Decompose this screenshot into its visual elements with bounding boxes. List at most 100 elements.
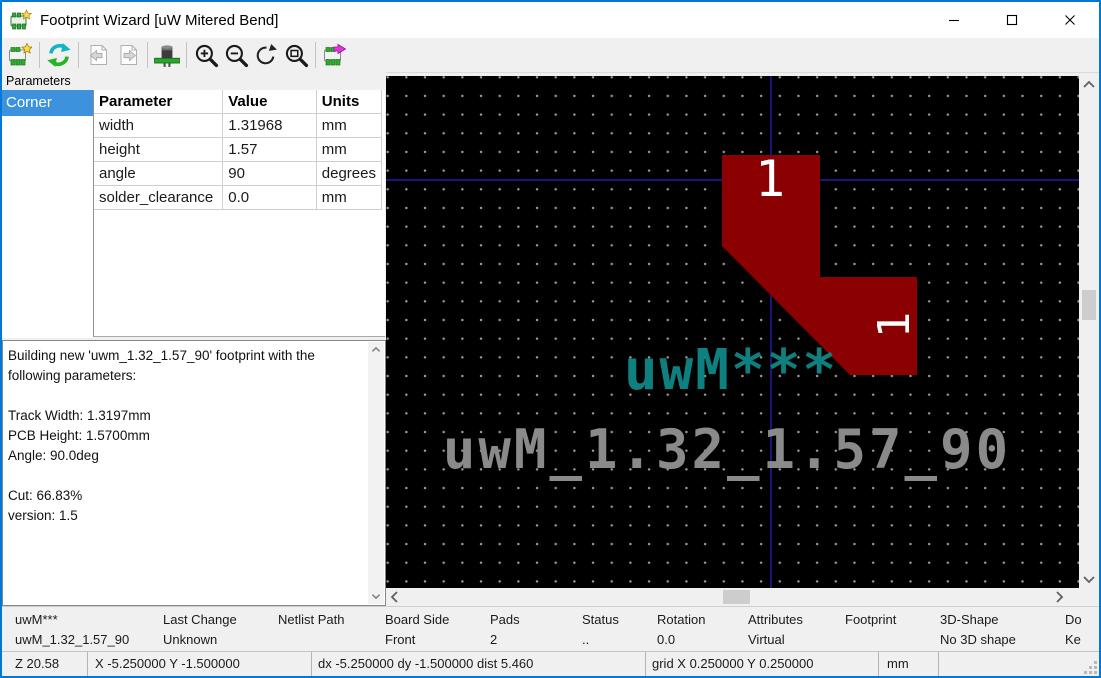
parameter-table: ParameterValueUnits width1.31968mmheight… <box>94 90 382 210</box>
scroll-up-icon[interactable] <box>1079 76 1099 93</box>
message-line: Angle: 90.0deg <box>8 446 365 466</box>
maximize-icon <box>1006 14 1018 26</box>
parameters-caption: Parameters <box>2 72 386 90</box>
param-value-cell[interactable]: 1.31968 <box>223 114 317 138</box>
info-field: Netlist Path <box>278 607 385 652</box>
canvas-horizontal-scrollbar[interactable] <box>386 588 1080 606</box>
page-forward-icon <box>116 43 140 67</box>
close-icon <box>1064 14 1076 26</box>
param-value-cell[interactable]: 90 <box>223 162 317 186</box>
param-column-header: Units <box>316 90 381 114</box>
info-field: DoKe <box>1065 607 1099 652</box>
param-column-header: Value <box>223 90 317 114</box>
horizontal-scroll-thumb[interactable] <box>723 590 750 604</box>
redraw-icon <box>254 43 279 68</box>
info-field: Footprint <box>845 607 940 652</box>
param-value-cell[interactable]: 0.0 <box>223 186 317 210</box>
footprint-canvas[interactable]: 1 1 uwM*** uwM_1.32_1.57_90 <box>386 76 1079 588</box>
page-back-icon <box>86 43 110 67</box>
minimize-button[interactable] <box>925 2 983 38</box>
message-line: Building new 'uwm_1.32_1.57_90' footprin… <box>8 346 365 366</box>
previous-page-button[interactable] <box>83 40 113 70</box>
zoom-out-icon <box>224 43 249 68</box>
close-button[interactable] <box>1041 2 1099 38</box>
param-row: angle90degrees <box>94 162 382 186</box>
footprint-drawing: 1 1 uwM*** uwM_1.32_1.57_90 <box>386 76 1079 588</box>
param-cell: mm <box>316 138 381 162</box>
param-row: height1.57mm <box>94 138 382 162</box>
redraw-view-button[interactable] <box>251 40 281 70</box>
toolbar-separator <box>315 42 316 68</box>
pad-settings-button[interactable] <box>152 40 182 70</box>
reload-icon <box>46 42 72 68</box>
build-message: Building new 'uwm_1.32_1.57_90' footprin… <box>8 346 365 526</box>
message-line: Track Width: 1.3197mm <box>8 406 365 426</box>
resize-grip[interactable] <box>1085 662 1097 674</box>
wizard-page-item[interactable]: Corner <box>2 90 93 116</box>
window-title: Footprint Wizard [uW Mitered Bend] <box>40 12 278 29</box>
scroll-down-icon[interactable] <box>1079 571 1099 588</box>
scroll-up-icon[interactable] <box>368 342 384 358</box>
param-cell: width <box>94 114 223 138</box>
canvas-vertical-scrollbar[interactable] <box>1079 76 1099 588</box>
coordinate-cell: mm <box>879 652 939 677</box>
toolbar-separator <box>39 42 40 68</box>
maximize-button[interactable] <box>983 2 1041 38</box>
pad1-number: 1 <box>755 150 785 208</box>
minimize-icon <box>948 14 960 26</box>
message-line: Cut: 66.83% <box>8 486 365 506</box>
toolbar <box>2 38 1099 73</box>
zoom-out-button[interactable] <box>221 40 251 70</box>
info-field: 3D-ShapeNo 3D shape <box>940 607 1065 652</box>
message-line <box>8 386 365 406</box>
parameter-table-pane: ParameterValueUnits width1.31968mmheight… <box>93 90 385 337</box>
reference-text: uwM*** <box>624 338 838 403</box>
message-pane: Building new 'uwm_1.32_1.57_90' footprin… <box>2 340 386 606</box>
scroll-right-icon[interactable] <box>1051 588 1068 606</box>
zoom-in-button[interactable] <box>191 40 221 70</box>
param-cell: height <box>94 138 223 162</box>
info-field: Board SideFront <box>385 607 490 652</box>
info-field: Status.. <box>582 607 657 652</box>
export-footprint-button[interactable] <box>320 40 350 70</box>
footprint-info-bar: uwM***uwM_1.32_1.57_90Last ChangeUnknown… <box>2 606 1099 652</box>
scroll-down-icon[interactable] <box>368 588 384 604</box>
message-scrollbar[interactable] <box>368 342 384 604</box>
titlebar: Footprint Wizard [uW Mitered Bend] <box>2 2 1099 38</box>
message-line: version: 1.5 <box>8 506 365 526</box>
scroll-left-icon[interactable] <box>386 588 403 606</box>
wizard-page-list: Corner <box>2 90 93 338</box>
coordinate-cell: X -5.250000 Y -1.500000 <box>88 652 312 677</box>
param-cell: solder_clearance <box>94 186 223 210</box>
info-field: AttributesVirtual <box>748 607 845 652</box>
coordinates-status-bar: Z 20.58X -5.250000 Y -1.500000dx -5.2500… <box>2 651 1099 677</box>
message-line: PCB Height: 1.5700mm <box>8 426 365 446</box>
info-field: Last ChangeUnknown <box>163 607 278 652</box>
message-line <box>8 466 365 486</box>
pad2-number: 1 <box>869 312 920 339</box>
app-footprint-icon <box>10 9 32 31</box>
param-cell: angle <box>94 162 223 186</box>
zoom-fit-button[interactable] <box>281 40 311 70</box>
toolbar-separator <box>78 42 79 68</box>
param-header-row: ParameterValueUnits <box>94 90 382 114</box>
reload-footprint-button[interactable] <box>44 40 74 70</box>
zoom-fit-icon <box>284 43 309 68</box>
info-field: Rotation0.0 <box>657 607 748 652</box>
vertical-scroll-thumb[interactable] <box>1082 290 1096 320</box>
param-cell: degrees <box>316 162 381 186</box>
param-row: width1.31968mm <box>94 114 382 138</box>
zoom-in-icon <box>194 43 219 68</box>
coordinate-cell <box>939 652 1099 677</box>
param-value-cell[interactable]: 1.57 <box>223 138 317 162</box>
next-page-button[interactable] <box>113 40 143 70</box>
pad-settings-icon <box>154 42 180 68</box>
coordinate-cell: Z 20.58 <box>2 652 88 677</box>
param-column-header: Parameter <box>94 90 223 114</box>
footprint-wizard-icon <box>8 43 32 67</box>
export-footprint-icon <box>323 43 347 67</box>
toolbar-separator <box>186 42 187 68</box>
toolbar-separator <box>147 42 148 68</box>
message-line: following parameters: <box>8 366 365 386</box>
footprint-wizard-select-button[interactable] <box>5 40 35 70</box>
